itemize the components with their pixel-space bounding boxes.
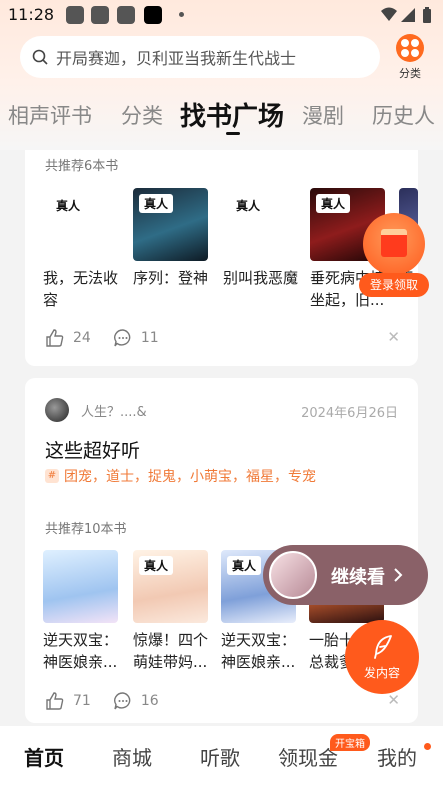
close-icon[interactable]: ✕ bbox=[387, 328, 400, 346]
nav-home[interactable]: 首页 bbox=[24, 742, 64, 771]
comment-icon[interactable] bbox=[113, 691, 133, 711]
recent-book-thumbnail bbox=[269, 551, 317, 599]
close-icon[interactable]: ✕ bbox=[387, 691, 400, 709]
book-cover bbox=[43, 550, 118, 623]
publish-button[interactable]: 发内容 bbox=[345, 620, 419, 694]
book-tag: 真人 bbox=[227, 556, 262, 575]
nav-earn-cash[interactable]: 领现金 bbox=[278, 742, 338, 771]
tab-comic-drama[interactable]: 漫剧 bbox=[302, 100, 344, 130]
login-reward-widget[interactable]: 登录领取 bbox=[359, 213, 429, 298]
book-title: 我，无法收容 bbox=[43, 269, 119, 309]
book-item[interactable]: 真人 序列：登神 bbox=[133, 188, 208, 289]
status-time: 11:28 bbox=[8, 5, 55, 24]
continue-label: 继续看 bbox=[331, 567, 385, 588]
book-item[interactable]: 真人 别叫我恶魔 bbox=[223, 188, 298, 289]
tab-book-square[interactable]: 找书广场 bbox=[180, 96, 284, 133]
notification-dot bbox=[424, 743, 431, 750]
like-count: 71 bbox=[73, 693, 91, 709]
search-icon bbox=[32, 49, 48, 65]
nav-listen[interactable]: 听歌 bbox=[200, 742, 240, 771]
book-item[interactable]: 真人 我，无法收容 bbox=[43, 188, 118, 311]
active-tab-indicator bbox=[226, 132, 240, 135]
like-icon[interactable] bbox=[45, 328, 65, 348]
hashtag-icon: # bbox=[45, 469, 59, 483]
login-reward-button[interactable]: 登录领取 bbox=[359, 273, 429, 297]
nav-profile[interactable]: 我的 bbox=[377, 742, 417, 771]
post-title: 这些超好听 bbox=[45, 440, 141, 462]
book-tag: 真人 bbox=[236, 199, 261, 213]
book-title: 别叫我恶魔 bbox=[223, 269, 299, 287]
search-bar[interactable]: 开局赛迦，贝利亚当我新生代战士 bbox=[20, 36, 380, 78]
more-notifications-icon bbox=[179, 12, 184, 17]
notification-icon bbox=[117, 6, 135, 24]
post-date: 2024年6月26日 bbox=[301, 406, 398, 421]
tab-history[interactable]: 历史人 bbox=[372, 100, 435, 130]
signal-battery-icon bbox=[381, 7, 431, 23]
avatar[interactable] bbox=[45, 398, 69, 422]
search-placeholder: 开局赛迦，贝利亚当我新生代战士 bbox=[56, 49, 297, 68]
post-author[interactable]: 人生？....& bbox=[45, 398, 147, 422]
recommend-count: 共推荐10本书 bbox=[45, 522, 127, 537]
book-title: 逆天双宝：神医娘亲... bbox=[43, 631, 119, 671]
book-item[interactable]: 真人 惊爆！四个萌娃带妈... bbox=[133, 550, 208, 673]
comment-icon[interactable] bbox=[113, 328, 133, 348]
category-button[interactable]: 分类 bbox=[391, 34, 429, 81]
engagement-stats: 71 16 bbox=[45, 690, 181, 712]
book-tag: 真人 bbox=[316, 194, 351, 213]
book-cover: 真人 bbox=[43, 188, 118, 261]
book-tag: 真人 bbox=[139, 194, 174, 213]
book-cover: 真人 bbox=[223, 188, 298, 261]
engagement-stats: 24 11 bbox=[45, 327, 181, 349]
bottom-navigation: 首页 商城 听歌 领现金 开宝箱 我的 bbox=[0, 726, 443, 787]
book-title: 逆天双宝：神医娘亲... bbox=[221, 631, 297, 671]
notification-icon bbox=[66, 6, 84, 24]
book-tag: 真人 bbox=[56, 199, 81, 213]
treasure-box-badge: 开宝箱 bbox=[330, 734, 370, 751]
category-grid-icon bbox=[396, 34, 424, 62]
book-title: 惊爆！四个萌娃带妈... bbox=[133, 631, 209, 671]
nav-store[interactable]: 商城 bbox=[112, 742, 152, 771]
like-icon[interactable] bbox=[45, 691, 65, 711]
red-envelope-icon bbox=[363, 213, 425, 275]
username: 人生？....& bbox=[81, 404, 147, 420]
tag-list: 团宠，道士，捉鬼，小萌宝，福星，专宠 bbox=[64, 469, 316, 485]
tab-bar: 相声评书 分类 找书广场 漫剧 历史人 bbox=[0, 96, 443, 136]
tab-crosstalk[interactable]: 相声评书 bbox=[8, 100, 92, 130]
tab-category[interactable]: 分类 bbox=[121, 100, 163, 130]
comment-count: 11 bbox=[140, 330, 159, 346]
post-tags: # 团宠，道士，捉鬼，小萌宝，福星，专宠 bbox=[45, 466, 316, 486]
status-bar: 11:28 bbox=[0, 0, 443, 30]
publish-label: 发内容 bbox=[363, 666, 400, 680]
notification-icon bbox=[144, 6, 162, 24]
feather-pen-icon bbox=[374, 635, 392, 659]
chevron-right-icon bbox=[394, 568, 403, 582]
book-item[interactable]: 逆天双宝：神医娘亲... bbox=[43, 550, 118, 673]
notification-icon bbox=[91, 6, 109, 24]
like-count: 24 bbox=[73, 330, 91, 346]
book-title: 序列：登神 bbox=[133, 269, 209, 287]
category-label: 分类 bbox=[399, 67, 421, 80]
recommend-count: 共推荐6本书 bbox=[45, 159, 119, 174]
book-cover: 真人 bbox=[133, 550, 208, 623]
book-tag: 真人 bbox=[139, 556, 174, 575]
continue-reading-button[interactable]: 继续看 bbox=[263, 545, 428, 605]
comment-count: 16 bbox=[140, 693, 159, 709]
book-cover: 真人 bbox=[133, 188, 208, 261]
